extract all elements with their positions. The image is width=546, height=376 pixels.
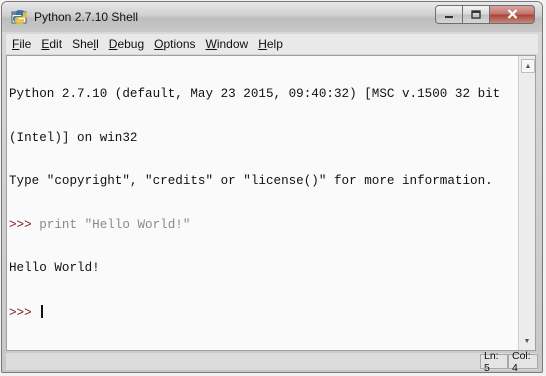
window-controls [435,5,535,25]
window-title: Python 2.7.10 Shell [34,10,139,24]
menu-bar: File Edit Shell Debug Options Window Hel… [6,34,538,54]
menu-shell-label-pre: She [72,37,94,51]
line-number-indicator: Ln: 5 [480,350,508,372]
menu-edit-label: dit [49,37,63,51]
banner-line: Python 2.7.10 (default, May 23 2015, 09:… [9,87,501,101]
shell-output[interactable]: Python 2.7.10 (default, May 23 2015, 09:… [9,58,517,348]
maximize-icon [471,6,481,24]
menu-help-mnemonic: H [258,37,267,51]
scroll-down-arrow-icon[interactable]: ▼ [521,335,533,347]
minimize-icon [444,6,454,24]
status-bar: Ln: 5 Col: 4 [6,350,538,372]
menu-window-mnemonic: W [205,37,217,51]
close-button[interactable] [490,5,535,24]
shell-prompt: >>> [9,305,40,320]
menu-debug[interactable]: Debug [105,37,148,51]
menu-help-label: elp [266,37,283,51]
banner-line: Type "copyright", "credits" or "license(… [9,174,493,188]
banner-line: (Intel)] on win32 [9,130,138,145]
menu-edit[interactable]: Edit [37,37,66,51]
menu-shell-label: l [96,37,99,51]
menu-file[interactable]: File [8,37,35,51]
text-cursor [41,304,44,318]
menu-options[interactable]: Options [150,37,199,51]
close-icon [507,6,518,24]
python-idle-icon [11,9,29,25]
minimize-button[interactable] [435,5,463,24]
menu-options-label: ptions [163,37,196,51]
shell-prompt: >>> [9,217,40,232]
menu-file-label: ile [19,37,32,51]
maximize-button[interactable] [463,5,490,24]
idle-shell-window: Python 2.7.10 Shell File Edit Shell Debu… [1,1,543,373]
menu-shell[interactable]: Shell [68,37,103,51]
menu-help[interactable]: Help [254,37,287,51]
command-text: print "Hello World!" [39,217,191,232]
menu-debug-label: ebug [117,37,145,51]
title-bar[interactable]: Python 2.7.10 Shell [2,2,542,32]
shell-text-area[interactable]: Python 2.7.10 (default, May 23 2015, 09:… [6,55,536,351]
output-line: Hello World! [9,261,100,275]
column-number-indicator: Col: 4 [508,350,538,372]
vertical-scrollbar[interactable]: ▲ ▼ [518,56,535,350]
command-line: >>> print "Hello World!" [9,218,517,233]
current-prompt-line[interactable]: >>> [9,304,517,320]
menu-window[interactable]: Window [202,37,253,51]
scroll-up-arrow-icon[interactable]: ▲ [521,59,535,73]
menu-window-label: indow [216,37,249,51]
